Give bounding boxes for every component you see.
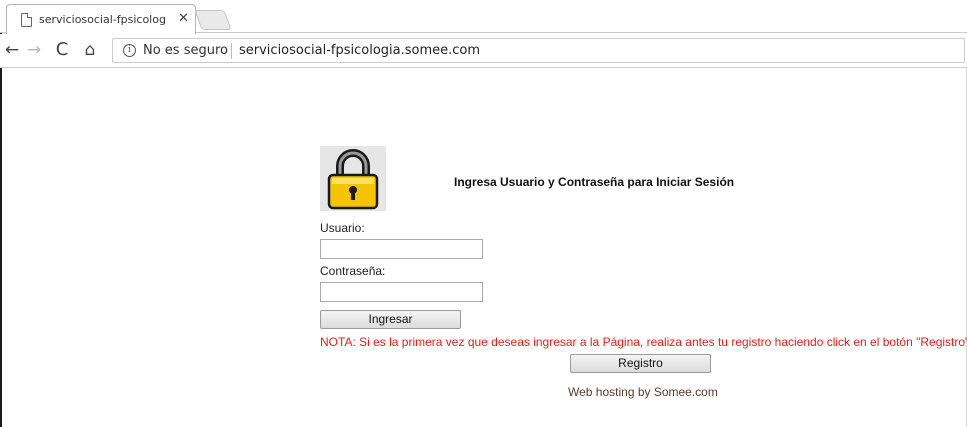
page-icon (21, 13, 32, 27)
hosting-footer[interactable]: Web hosting by Somee.com (568, 385, 718, 399)
address-separator (231, 43, 232, 59)
info-icon[interactable]: i (123, 44, 136, 57)
page-content: Ingresa Usuario y Contraseña para Inicia… (2, 69, 967, 427)
home-icon[interactable]: ⌂ (80, 40, 100, 60)
reload-icon[interactable]: C (52, 40, 72, 60)
login-button[interactable]: Ingresar (320, 310, 461, 329)
browser-tab[interactable]: serviciosocial-fpsicologia ✕ (6, 4, 196, 34)
password-label: Contraseña: (320, 264, 386, 278)
login-title: Ingresa Usuario y Contraseña para Inicia… (454, 175, 735, 189)
browser-toolbar: ← → C ⌂ i No es seguro serviciosocial-fp… (0, 34, 967, 68)
forward-arrow-icon[interactable]: → (24, 40, 44, 60)
username-label: Usuario: (320, 221, 365, 235)
username-field[interactable] (320, 239, 483, 259)
url-text[interactable]: serviciosocial-fpsicologia.somee.com (239, 43, 480, 58)
tab-strip: serviciosocial-fpsicologia ✕ (0, 0, 967, 34)
back-arrow-icon[interactable]: ← (2, 40, 22, 60)
padlock-icon (320, 146, 386, 211)
register-button[interactable]: Registro (570, 354, 711, 373)
new-tab-button[interactable] (194, 10, 232, 30)
password-field[interactable] (320, 282, 483, 302)
address-bar[interactable]: i No es seguro serviciosocial-fpsicologi… (112, 38, 965, 63)
tab-title: serviciosocial-fpsicologia (39, 13, 167, 26)
security-label[interactable]: No es seguro (143, 43, 228, 58)
registration-note: NOTA: Si es la primera vez que deseas in… (320, 335, 967, 349)
close-icon[interactable]: ✕ (178, 11, 189, 27)
